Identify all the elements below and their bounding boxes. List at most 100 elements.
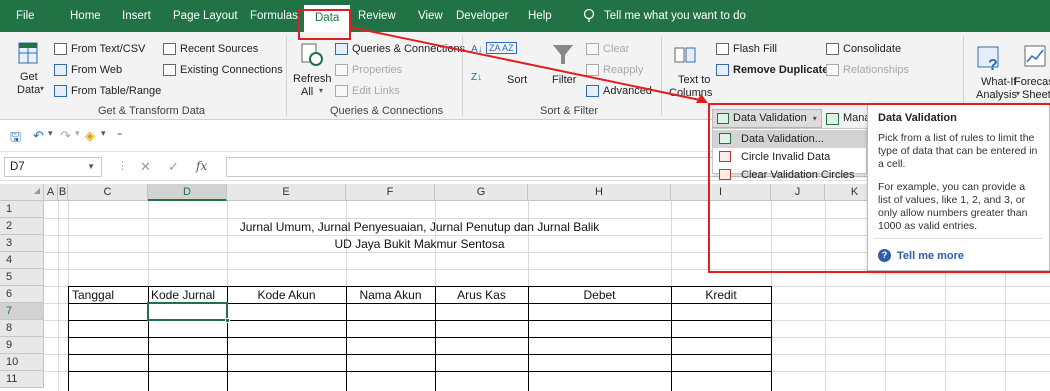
tab-file[interactable]: File [16,0,35,32]
column-header[interactable]: F [346,184,435,201]
row-header[interactable]: 3 [0,235,44,252]
column-header[interactable]: B [58,184,68,201]
column-header[interactable]: A [44,184,58,201]
from-table-range-button[interactable]: From Table/Range [54,85,161,97]
gridline [58,201,59,391]
refresh-all-button[interactable]: Refresh [293,73,332,85]
chevron-down-icon[interactable]: ▾ [48,128,53,139]
reapply-label: Reapply [603,64,644,76]
queries-connections-button[interactable]: Queries & Connections [335,43,465,55]
tell-me-search[interactable]: Tell me what you want to do [604,0,746,32]
existing-connections-button[interactable]: Existing Connections [163,64,283,76]
row-header[interactable]: 1 [0,201,44,218]
fill-color-icon[interactable]: ◈ [85,128,95,144]
column-header[interactable]: G [435,184,528,201]
tab-developer[interactable]: Developer [456,0,508,32]
properties-button[interactable]: Properties [335,64,402,76]
row-header[interactable]: 5 [0,269,44,286]
from-web-button[interactable]: From Web [54,64,122,76]
get-data-button[interactable]: Get [20,71,38,83]
active-cell[interactable] [147,302,230,323]
sort-az-icon[interactable]: A↓ [471,44,483,55]
group-label-get-transform: Get & Transform Data [98,105,205,117]
header-cell[interactable]: Kredit [671,288,771,302]
redo-icon[interactable]: ↷ [60,128,71,144]
sort-button[interactable]: Sort [507,74,527,86]
sort-box-icon[interactable]: ZA AZ [486,42,517,54]
row-header[interactable]: 6 [0,286,44,303]
lightbulb-icon [583,8,595,22]
sort-za-icon[interactable]: Z↓ [471,72,482,83]
tab-view[interactable]: View [418,0,443,32]
table-border [671,286,672,391]
tab-formulas[interactable]: Formulas [250,0,298,32]
consolidate-button[interactable]: Consolidate [826,43,901,55]
cancel-icon[interactable]: ✕ [140,159,151,175]
tab-review[interactable]: Review [358,0,396,32]
clear-filter-button[interactable]: Clear [586,43,629,55]
undo-icon[interactable]: ↶ [33,128,44,144]
relationships-button[interactable]: Relationships [826,64,909,76]
tab-page-layout[interactable]: Page Layout [173,0,238,32]
header-cell[interactable]: Nama Akun [346,288,435,302]
reapply-icon [586,64,599,76]
table-border [68,337,771,338]
fill-handle[interactable] [225,318,230,323]
filter-button[interactable]: Filter [552,74,576,86]
tab-insert[interactable]: Insert [122,0,151,32]
advanced-filter-button[interactable]: Advanced [586,85,652,97]
recent-sources-button[interactable]: Recent Sources [163,43,258,55]
web-icon [54,64,67,76]
flash-fill-button[interactable]: Flash Fill [716,43,777,55]
row-header[interactable]: 10 [0,354,44,371]
row-header[interactable]: 4 [0,252,44,269]
row-header[interactable]: 11 [0,371,44,388]
column-header[interactable]: H [528,184,671,201]
from-text-csv-label: From Text/CSV [71,43,146,55]
forecast-sheet-icon [1024,45,1046,67]
text-to-columns-label: Columns [669,87,713,99]
chevron-down-icon[interactable]: ▼ [87,158,95,176]
row-header[interactable]: 2 [0,218,44,235]
chevron-down-icon[interactable]: ▾ [75,128,80,139]
insert-function-icon[interactable]: fx [196,159,207,173]
remove-duplicates-button[interactable]: Remove Duplicates [716,64,834,76]
group-label-queries: Queries & Connections [330,105,444,117]
row-header[interactable]: 9 [0,337,44,354]
customize-toolbar-icon[interactable]: ₌ [117,128,122,139]
tab-home[interactable]: Home [70,0,101,32]
tab-help[interactable]: Help [528,0,552,32]
relationships-icon [826,64,839,76]
header-cell[interactable]: Arus Kas [435,288,528,302]
header-cell[interactable]: Kode Jurnal [151,288,215,302]
annotation-highlight-data-tab [298,9,351,40]
table-border [771,286,772,391]
from-text-csv-button[interactable]: From Text/CSV [54,43,145,55]
enter-icon[interactable]: ✓ [168,159,179,175]
sheet-subtitle[interactable]: UD Jaya Bukit Makmur Sentosa [68,237,771,251]
chevron-down-icon[interactable]: ▾ [101,128,106,139]
sheet-title[interactable]: Jurnal Umum, Jurnal Penyesuaian, Jurnal … [68,220,771,234]
name-box[interactable]: D7 ▼ [4,157,102,177]
header-cell[interactable]: Tanggal [72,288,114,302]
row-header[interactable]: 7 [0,303,44,320]
remove-duplicates-label: Remove Duplicates [733,64,835,76]
column-header[interactable]: E [227,184,346,201]
select-all-corner[interactable]: ◢ [0,184,44,201]
edit-links-button[interactable]: Edit Links [335,85,400,97]
column-header[interactable]: C [68,184,148,201]
table-border [435,286,436,391]
what-if-analysis-button[interactable]: What-If [981,76,1016,88]
column-header[interactable]: D [148,184,227,201]
table-border [68,286,771,287]
save-icon[interactable]: 🖫 [10,128,21,150]
header-cell[interactable]: Debet [528,288,671,302]
forecast-sheet-button[interactable]: Forecast [1014,76,1050,88]
reapply-button[interactable]: Reapply [586,64,643,76]
text-to-columns-button[interactable]: Text to [678,74,710,86]
forecast-sheet-label: Sheet [1022,89,1050,101]
ribbon-separator [661,36,662,116]
header-cell[interactable]: Kode Akun [227,288,346,302]
row-header[interactable]: 8 [0,320,44,337]
table-border [528,286,529,391]
